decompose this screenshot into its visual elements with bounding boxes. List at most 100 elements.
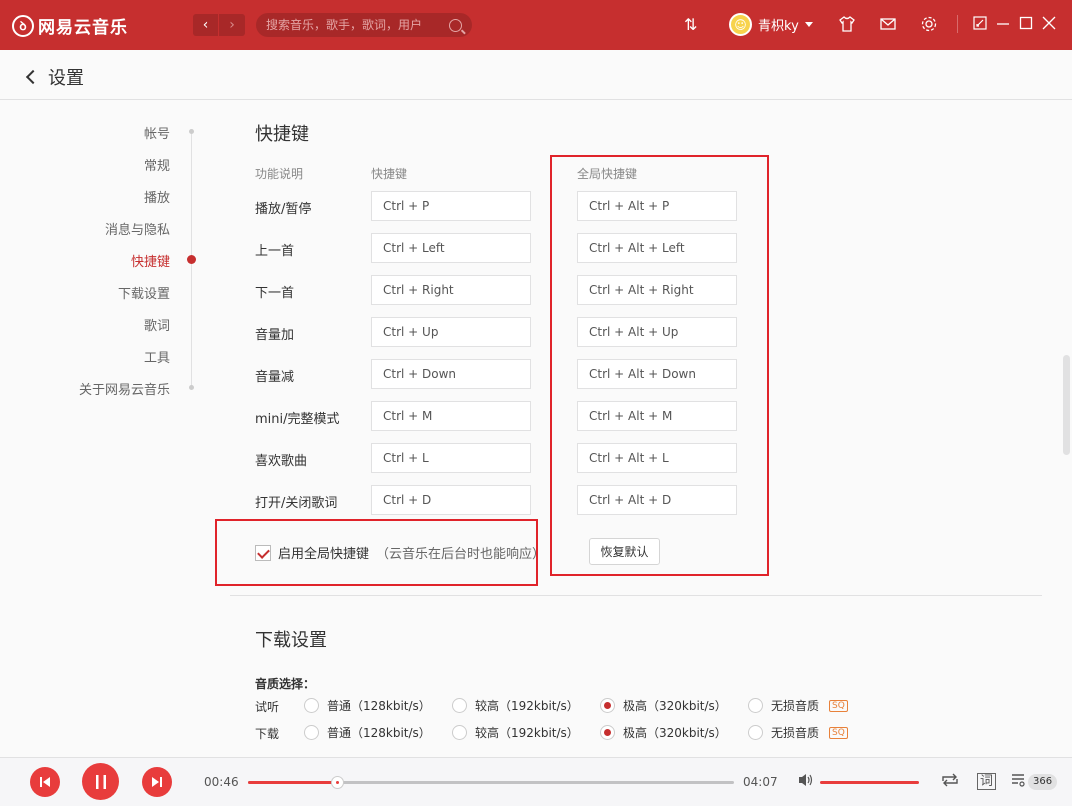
progress-handle[interactable] bbox=[331, 776, 345, 789]
quality-label: 音质选择： bbox=[255, 677, 316, 691]
sync-icon[interactable]: ⇅ bbox=[684, 15, 697, 35]
radio-dot[interactable] bbox=[304, 725, 319, 740]
radio-preview-higher[interactable]: 较高（192kbit/s） bbox=[452, 697, 579, 714]
loop-mode-icon[interactable] bbox=[940, 772, 960, 792]
search-icon[interactable] bbox=[449, 18, 462, 32]
divider bbox=[957, 15, 958, 33]
sidenav-dot bbox=[189, 129, 194, 134]
settings-content: 帐号 常规 播放 消息与隐私 快捷键 下载设置 歌词 工具 关于网易云音乐 快捷… bbox=[0, 101, 1072, 757]
sidenav-item-about[interactable]: 关于网易云音乐 bbox=[79, 379, 170, 398]
netease-logo-icon: ꝺ bbox=[12, 14, 34, 37]
skip-back-icon bbox=[40, 777, 50, 787]
gear-icon[interactable] bbox=[920, 15, 938, 38]
lyrics-toggle-icon[interactable]: 词 bbox=[977, 773, 997, 790]
history-nav: ‹ › bbox=[193, 14, 245, 36]
radio-preview-standard[interactable]: 普通（128kbit/s） bbox=[304, 697, 431, 714]
radio-dot[interactable] bbox=[748, 725, 763, 740]
back-button[interactable]: 设置 bbox=[25, 64, 84, 90]
next-track-button[interactable] bbox=[142, 767, 172, 797]
col-head-function: 功能说明 bbox=[255, 167, 304, 181]
shortcut-input[interactable]: Ctrl + Up bbox=[371, 317, 531, 347]
volume-icon[interactable] bbox=[797, 772, 815, 792]
maximize-icon[interactable] bbox=[1018, 15, 1034, 36]
quality-row-label: 下载 bbox=[255, 727, 280, 741]
enable-global-label[interactable]: 启用全局快捷键 bbox=[278, 543, 369, 562]
sidenav-item-download[interactable]: 下载设置 bbox=[118, 283, 170, 302]
shortcut-input[interactable]: Ctrl + M bbox=[371, 401, 531, 431]
user-menu[interactable]: ☺ 青枳ky bbox=[729, 13, 813, 36]
shortcut-label: 音量减 bbox=[255, 370, 295, 385]
shortcut-input[interactable]: Ctrl + Down bbox=[371, 359, 531, 389]
minimize-icon[interactable] bbox=[995, 15, 1011, 36]
scrollbar-thumb[interactable] bbox=[1063, 355, 1070, 455]
radio-dot[interactable] bbox=[452, 725, 467, 740]
radio-dot[interactable] bbox=[452, 698, 467, 713]
sidenav-active-dot bbox=[187, 255, 196, 264]
search-box[interactable] bbox=[256, 13, 472, 37]
title-bar: ꝺ 网易云音乐 ‹ › ⇅ ☺ 青枳ky bbox=[0, 0, 1072, 50]
section-title-download: 下载设置 bbox=[255, 630, 327, 651]
sq-badge-icon: SQ bbox=[829, 726, 848, 739]
username[interactable]: 青枳ky bbox=[758, 15, 799, 34]
forward-arrow-icon[interactable]: › bbox=[219, 14, 245, 36]
radio-preview-lossless[interactable]: 无损音质 SQ bbox=[748, 697, 848, 714]
section-divider bbox=[230, 595, 1042, 596]
app-logo[interactable]: ꝺ 网易云音乐 bbox=[12, 13, 128, 38]
radio-dot-selected[interactable] bbox=[600, 725, 615, 740]
skin-shirt-icon[interactable] bbox=[838, 15, 856, 38]
sidenav-item-account[interactable]: 帐号 bbox=[144, 123, 170, 142]
restore-defaults-button[interactable]: 恢复默认 bbox=[589, 538, 660, 565]
radio-dot[interactable] bbox=[304, 698, 319, 713]
radio-dot-selected[interactable] bbox=[600, 698, 615, 713]
mail-icon[interactable] bbox=[879, 15, 897, 38]
shortcut-label: 打开/关闭歌词 bbox=[255, 496, 338, 511]
radio-download-higher[interactable]: 较高（192kbit/s） bbox=[452, 724, 579, 741]
section-title-shortcuts: 快捷键 bbox=[255, 124, 309, 145]
mini-mode-icon[interactable] bbox=[972, 15, 988, 36]
radio-download-extreme[interactable]: 极高（320kbit/s） bbox=[600, 724, 727, 741]
avatar[interactable]: ☺ bbox=[729, 13, 752, 36]
shortcut-input[interactable]: Ctrl + D bbox=[371, 485, 531, 515]
pause-icon bbox=[95, 774, 106, 789]
shortcut-input[interactable]: Ctrl + L bbox=[371, 443, 531, 473]
sidenav-item-privacy[interactable]: 消息与隐私 bbox=[105, 219, 170, 238]
radio-download-standard[interactable]: 普通（128kbit/s） bbox=[304, 724, 431, 741]
previous-track-button[interactable] bbox=[30, 767, 60, 797]
radio-preview-extreme[interactable]: 极高（320kbit/s） bbox=[600, 697, 727, 714]
settings-header: 设置 bbox=[0, 50, 1072, 100]
enable-global-hint: （云音乐在后台时也能响应） bbox=[376, 547, 546, 562]
sq-badge-icon: SQ bbox=[829, 699, 848, 712]
shortcut-label: 播放/暂停 bbox=[255, 202, 312, 217]
duration-time: 04:07 bbox=[743, 775, 778, 789]
skip-forward-icon bbox=[152, 777, 162, 787]
playlist-count-badge: 366 bbox=[1028, 774, 1058, 790]
shortcut-input[interactable]: Ctrl + P bbox=[371, 191, 531, 221]
shortcut-label: 下一首 bbox=[255, 286, 295, 301]
progress-bar[interactable] bbox=[248, 776, 734, 789]
pause-button[interactable] bbox=[82, 763, 119, 800]
enable-global-shortcuts[interactable]: 启用全局快捷键 （云音乐在后台时也能响应） bbox=[255, 543, 545, 562]
chevron-left-icon[interactable] bbox=[25, 69, 41, 85]
chevron-down-icon[interactable] bbox=[804, 22, 813, 27]
sidenav-dot bbox=[189, 385, 194, 390]
quality-row-label: 试听 bbox=[255, 700, 280, 714]
close-icon[interactable] bbox=[1041, 15, 1057, 36]
sidenav-item-lyrics[interactable]: 歌词 bbox=[144, 315, 170, 334]
back-arrow-icon[interactable]: ‹ bbox=[193, 14, 219, 36]
enable-global-checkbox[interactable] bbox=[255, 544, 271, 561]
elapsed-time: 00:46 bbox=[204, 775, 239, 789]
radio-dot[interactable] bbox=[748, 698, 763, 713]
shortcut-label: 上一首 bbox=[255, 244, 295, 259]
sidenav-item-tools[interactable]: 工具 bbox=[144, 347, 170, 366]
player-bar: 00:46 04:07 词 366 bbox=[0, 757, 1072, 806]
sidenav-item-playback[interactable]: 播放 bbox=[144, 187, 170, 206]
sidenav-item-shortcuts[interactable]: 快捷键 bbox=[131, 251, 170, 270]
playlist-icon[interactable] bbox=[1010, 772, 1028, 792]
radio-download-lossless[interactable]: 无损音质 SQ bbox=[748, 724, 848, 741]
shortcut-input[interactable]: Ctrl + Right bbox=[371, 275, 531, 305]
volume-slider[interactable] bbox=[820, 781, 919, 784]
shortcut-input[interactable]: Ctrl + Left bbox=[371, 233, 531, 263]
search-input[interactable] bbox=[266, 18, 449, 32]
sidenav-item-general[interactable]: 常规 bbox=[144, 155, 170, 174]
col-head-shortcut: 快捷键 bbox=[371, 167, 408, 181]
